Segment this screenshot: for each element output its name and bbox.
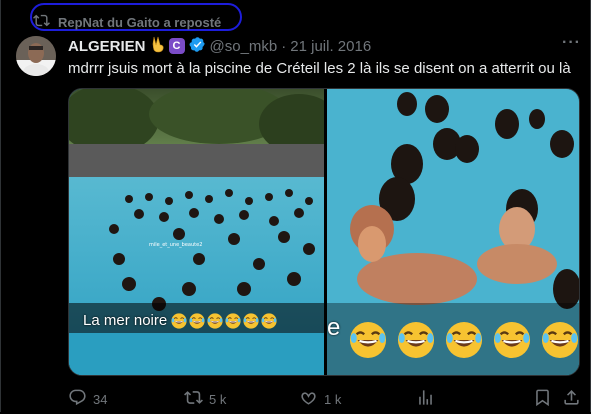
victory-hand-emoji xyxy=(150,36,165,57)
author-handle[interactable]: @so_mkb xyxy=(210,38,278,55)
avatar[interactable] xyxy=(16,36,56,76)
header-separator: · xyxy=(281,37,287,55)
repost-count: 5 k xyxy=(209,391,227,407)
post-header: ALGERIEN C @so_mkb · 21 juil. 2016 xyxy=(68,36,371,56)
face-with-tears-of-joy-emoji xyxy=(541,321,579,359)
left-emoji-row xyxy=(169,311,277,329)
face-with-tears-of-joy-emoji xyxy=(171,312,187,329)
more-options-icon[interactable]: ··· xyxy=(562,34,581,52)
right-emoji-row xyxy=(349,321,579,359)
left-photo[interactable]: mile_et_une_beaute2 La mer noire xyxy=(69,89,339,375)
like-icon xyxy=(299,388,318,410)
repost-button[interactable]: 5 k xyxy=(184,388,226,410)
repost-icon xyxy=(184,388,203,410)
action-bar: 34 5 k 1 k xyxy=(68,388,580,410)
views-icon xyxy=(416,388,435,410)
face-with-tears-of-joy-emoji xyxy=(243,312,259,329)
face-with-tears-of-joy-emoji xyxy=(225,312,241,329)
reply-button[interactable]: 34 xyxy=(68,388,107,410)
like-count: 1 k xyxy=(324,391,342,407)
repost-text: RepNat du Gaito a reposté xyxy=(58,14,222,30)
post-date[interactable]: 21 juil. 2016 xyxy=(290,38,371,55)
face-with-tears-of-joy-emoji xyxy=(493,321,531,359)
views-button[interactable] xyxy=(416,388,435,410)
like-button[interactable]: 1 k xyxy=(299,388,341,410)
bookmark-button[interactable] xyxy=(533,388,552,410)
right-photo[interactable]: e xyxy=(327,89,579,375)
face-with-tears-of-joy-emoji xyxy=(207,312,223,329)
blue-verified-badge xyxy=(189,36,206,57)
share-button[interactable] xyxy=(562,388,581,410)
left-watermark: mile_et_une_beaute2 xyxy=(149,242,202,248)
bookmark-icon xyxy=(533,388,552,410)
face-with-tears-of-joy-emoji xyxy=(397,321,435,359)
face-with-tears-of-joy-emoji xyxy=(349,321,387,359)
left-caption-text: La mer noire xyxy=(83,311,168,329)
reply-count: 34 xyxy=(93,391,108,407)
share-icon xyxy=(562,388,581,410)
media-grid[interactable]: mile_et_une_beaute2 La mer noire e xyxy=(68,88,580,376)
reply-icon xyxy=(68,388,87,410)
repost-icon xyxy=(33,12,50,32)
purple-org-badge: C xyxy=(168,38,185,54)
face-with-tears-of-joy-emoji xyxy=(189,312,205,329)
face-with-tears-of-joy-emoji xyxy=(261,312,277,329)
left-caption: La mer noire xyxy=(83,309,277,331)
face-with-tears-of-joy-emoji xyxy=(445,321,483,359)
right-caption-letter: e xyxy=(327,314,341,341)
author-display-name[interactable]: ALGERIEN xyxy=(68,38,146,55)
right-caption: e xyxy=(327,314,341,341)
repost-indicator[interactable]: RepNat du Gaito a reposté xyxy=(33,12,221,32)
post-text: mdrrr jsuis mort à la piscine de Créteil… xyxy=(68,60,571,77)
